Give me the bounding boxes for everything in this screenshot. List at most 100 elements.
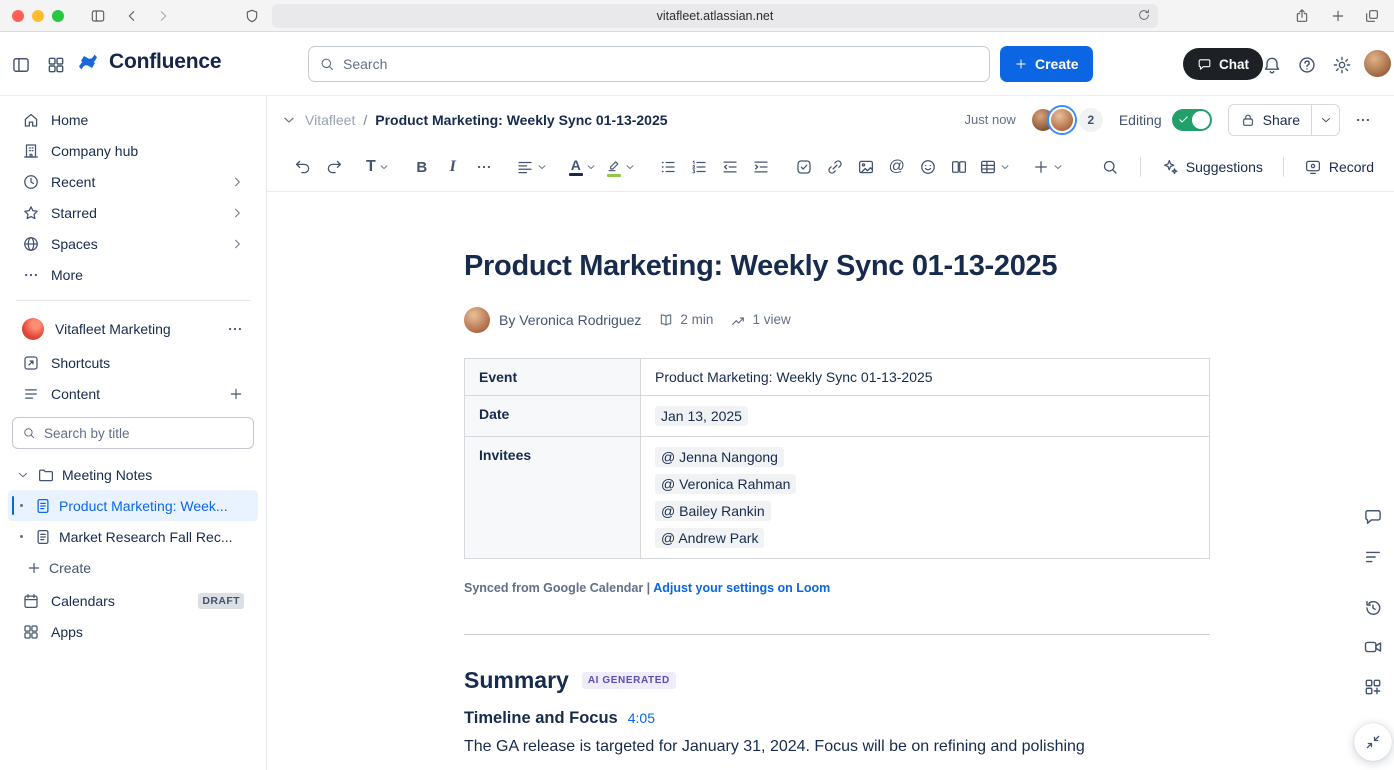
- more-formatting-button[interactable]: [470, 151, 498, 183]
- suggestions-button[interactable]: Suggestions: [1157, 151, 1267, 183]
- sidebar-item-apps[interactable]: Apps: [6, 616, 260, 647]
- confluence-logo[interactable]: Confluence: [76, 50, 221, 74]
- window-close-button[interactable]: [12, 10, 24, 22]
- user-avatar[interactable]: [1364, 50, 1391, 77]
- mention-chip[interactable]: @ Jenna Nangong: [655, 447, 784, 467]
- settings-button[interactable]: [1329, 52, 1355, 78]
- table-button[interactable]: [976, 151, 1014, 183]
- browser-sidebar-toggle[interactable]: [86, 4, 110, 28]
- link-button[interactable]: [821, 151, 849, 183]
- page-title[interactable]: Product Marketing: Weekly Sync 01-13-202…: [464, 249, 1210, 284]
- author-name[interactable]: By Veronica Rodriguez: [499, 312, 641, 328]
- browser-forward-button[interactable]: [151, 4, 175, 28]
- numbered-list-button[interactable]: [685, 151, 713, 183]
- global-search-input[interactable]: [343, 56, 979, 72]
- reload-button[interactable]: [1137, 8, 1153, 24]
- mention-chip[interactable]: @ Bailey Rankin: [655, 501, 771, 521]
- title-search[interactable]: [12, 417, 254, 449]
- collaborator-avatar[interactable]: [1049, 107, 1075, 133]
- alignment-button[interactable]: [513, 151, 551, 183]
- sidebar-item-company-hub[interactable]: Company hub: [6, 135, 260, 166]
- title-search-input[interactable]: [44, 426, 244, 441]
- mention-button[interactable]: @: [883, 151, 911, 183]
- apps-panel-button[interactable]: [1361, 675, 1385, 699]
- space-more-icon[interactable]: [226, 320, 244, 338]
- image-button[interactable]: [852, 151, 880, 183]
- sidebar-item-more[interactable]: More: [6, 259, 260, 290]
- sidebar-item-shortcuts[interactable]: Shortcuts: [6, 347, 260, 378]
- sidebar-item-recent[interactable]: Recent: [6, 166, 260, 197]
- author-avatar[interactable]: [464, 307, 490, 333]
- sidebar-item-content[interactable]: Content: [6, 378, 260, 409]
- text-color-button[interactable]: A: [566, 151, 600, 183]
- help-button[interactable]: [1294, 52, 1320, 78]
- section-heading[interactable]: Timeline and Focus: [464, 709, 618, 728]
- breadcrumb-chevron-icon[interactable]: [281, 112, 297, 128]
- bullet-list-button[interactable]: [654, 151, 682, 183]
- task-button[interactable]: [790, 151, 818, 183]
- outdent-button[interactable]: [716, 151, 744, 183]
- row-header-date[interactable]: Date: [465, 395, 641, 436]
- chevron-down-icon[interactable]: [16, 468, 30, 482]
- body-paragraph[interactable]: The GA release is targeted for January 3…: [464, 735, 1210, 759]
- address-bar[interactable]: vitafleet.atlassian.net: [272, 4, 1158, 28]
- summary-heading[interactable]: Summary: [464, 667, 569, 694]
- window-minimize-button[interactable]: [32, 10, 44, 22]
- collapse-sidebar-button[interactable]: [8, 52, 34, 78]
- undo-button[interactable]: [289, 151, 317, 183]
- view-count[interactable]: 1 view: [730, 312, 790, 328]
- timestamp-link[interactable]: 4:05: [628, 710, 655, 726]
- collapse-button[interactable]: [1354, 723, 1392, 761]
- tree-folder-meeting-notes[interactable]: Meeting Notes: [8, 459, 258, 490]
- browser-tabs-button[interactable]: [1360, 4, 1384, 28]
- share-button[interactable]: Share: [1229, 105, 1311, 135]
- date-chip[interactable]: Jan 13, 2025: [655, 406, 748, 426]
- chat-button[interactable]: Chat: [1183, 48, 1263, 80]
- tree-page-selected[interactable]: Product Marketing: Week...: [8, 490, 258, 521]
- browser-shield-button[interactable]: [240, 4, 264, 28]
- sidebar-item-home[interactable]: Home: [6, 104, 260, 135]
- indent-button[interactable]: [747, 151, 775, 183]
- share-dropdown-button[interactable]: [1311, 105, 1339, 135]
- event-value[interactable]: Product Marketing: Weekly Sync 01-13-202…: [641, 358, 1210, 395]
- breadcrumb-space[interactable]: Vitafleet: [305, 112, 355, 128]
- browser-newtab-button[interactable]: [1326, 4, 1350, 28]
- editor-canvas[interactable]: Product Marketing: Weekly Sync 01-13-202…: [267, 192, 1394, 770]
- app-switcher-button[interactable]: [43, 52, 69, 78]
- tree-page[interactable]: Market Research Fall Rec...: [8, 521, 258, 552]
- highlight-button[interactable]: [603, 151, 639, 183]
- sidebar-item-calendars[interactable]: Calendars DRAFT: [6, 585, 260, 616]
- sidebar-item-starred[interactable]: Starred: [6, 197, 260, 228]
- editing-toggle[interactable]: [1172, 109, 1212, 131]
- record-button[interactable]: Record: [1300, 151, 1378, 183]
- emoji-button[interactable]: [914, 151, 942, 183]
- invitees-cell[interactable]: @ Jenna Nangong @ Veronica Rahman @ Bail…: [641, 436, 1210, 558]
- bold-button[interactable]: B: [408, 151, 436, 183]
- browser-back-button[interactable]: [120, 4, 144, 28]
- tree-create-button[interactable]: Create: [8, 552, 258, 583]
- insert-button[interactable]: [1029, 151, 1067, 183]
- find-button[interactable]: [1096, 151, 1124, 183]
- add-content-icon[interactable]: [228, 386, 244, 402]
- sidebar-item-spaces[interactable]: Spaces: [6, 228, 260, 259]
- row-header-invitees[interactable]: Invitees: [465, 436, 641, 558]
- date-cell[interactable]: Jan 13, 2025: [641, 395, 1210, 436]
- collaborator-count[interactable]: 2: [1079, 108, 1103, 132]
- breadcrumb-page-title[interactable]: Product Marketing: Weekly Sync 01-13-202…: [375, 112, 667, 128]
- mention-chip[interactable]: @ Andrew Park: [655, 528, 764, 548]
- browser-share-button[interactable]: [1290, 4, 1314, 28]
- history-button[interactable]: [1361, 596, 1385, 620]
- text-style-button[interactable]: T: [363, 151, 393, 183]
- video-button[interactable]: [1361, 635, 1385, 659]
- notifications-button[interactable]: [1259, 52, 1285, 78]
- contents-button[interactable]: [1361, 545, 1385, 569]
- space-header[interactable]: Vitafleet Marketing: [6, 311, 260, 347]
- layout-button[interactable]: [945, 151, 973, 183]
- window-zoom-button[interactable]: [52, 10, 64, 22]
- mention-chip[interactable]: @ Veronica Rahman: [655, 474, 796, 494]
- global-search[interactable]: [308, 46, 990, 82]
- comments-button[interactable]: [1361, 505, 1385, 529]
- row-header-event[interactable]: Event: [465, 358, 641, 395]
- sync-settings-link[interactable]: Adjust your settings on Loom: [653, 581, 830, 595]
- event-info-table[interactable]: Event Product Marketing: Weekly Sync 01-…: [464, 358, 1210, 559]
